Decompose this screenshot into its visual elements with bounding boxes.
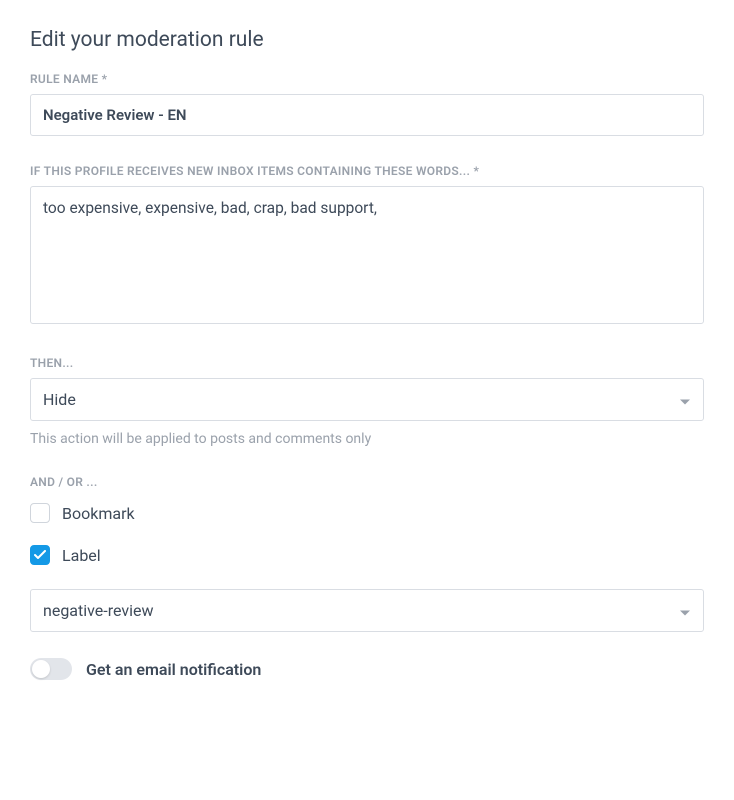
rule-name-field: RULE NAME * [30, 72, 704, 136]
trigger-textarea[interactable]: too expensive, expensive, bad, crap, bad… [30, 186, 704, 324]
action-field: THEN... Hide This action will be applied… [30, 356, 704, 447]
bookmark-checkbox[interactable] [30, 503, 50, 523]
bookmark-checkbox-label: Bookmark [62, 504, 135, 523]
check-icon [34, 550, 46, 560]
page-title: Edit your moderation rule [30, 28, 704, 52]
rule-name-input[interactable] [30, 94, 704, 136]
trigger-label: IF THIS PROFILE RECEIVES NEW INBOX ITEMS… [30, 164, 704, 178]
action-select[interactable]: Hide [30, 378, 704, 421]
label-checkbox[interactable] [30, 545, 50, 565]
label-select[interactable]: negative-review [30, 589, 704, 632]
email-notification-row: Get an email notification [30, 658, 704, 680]
and-or-label: AND / OR ... [30, 475, 704, 489]
rule-name-label: RULE NAME * [30, 72, 704, 86]
label-checkbox-label: Label [62, 546, 101, 565]
toggle-knob [32, 660, 50, 678]
and-or-section: AND / OR ... Bookmark Label negative-rev… [30, 475, 704, 680]
bookmark-checkbox-row: Bookmark [30, 503, 704, 523]
email-notification-toggle[interactable] [30, 658, 72, 680]
action-helper-text: This action will be applied to posts and… [30, 431, 704, 447]
trigger-field: IF THIS PROFILE RECEIVES NEW INBOX ITEMS… [30, 164, 704, 328]
label-checkbox-row: Label [30, 545, 704, 565]
action-label: THEN... [30, 356, 704, 370]
email-notification-label: Get an email notification [86, 660, 261, 679]
